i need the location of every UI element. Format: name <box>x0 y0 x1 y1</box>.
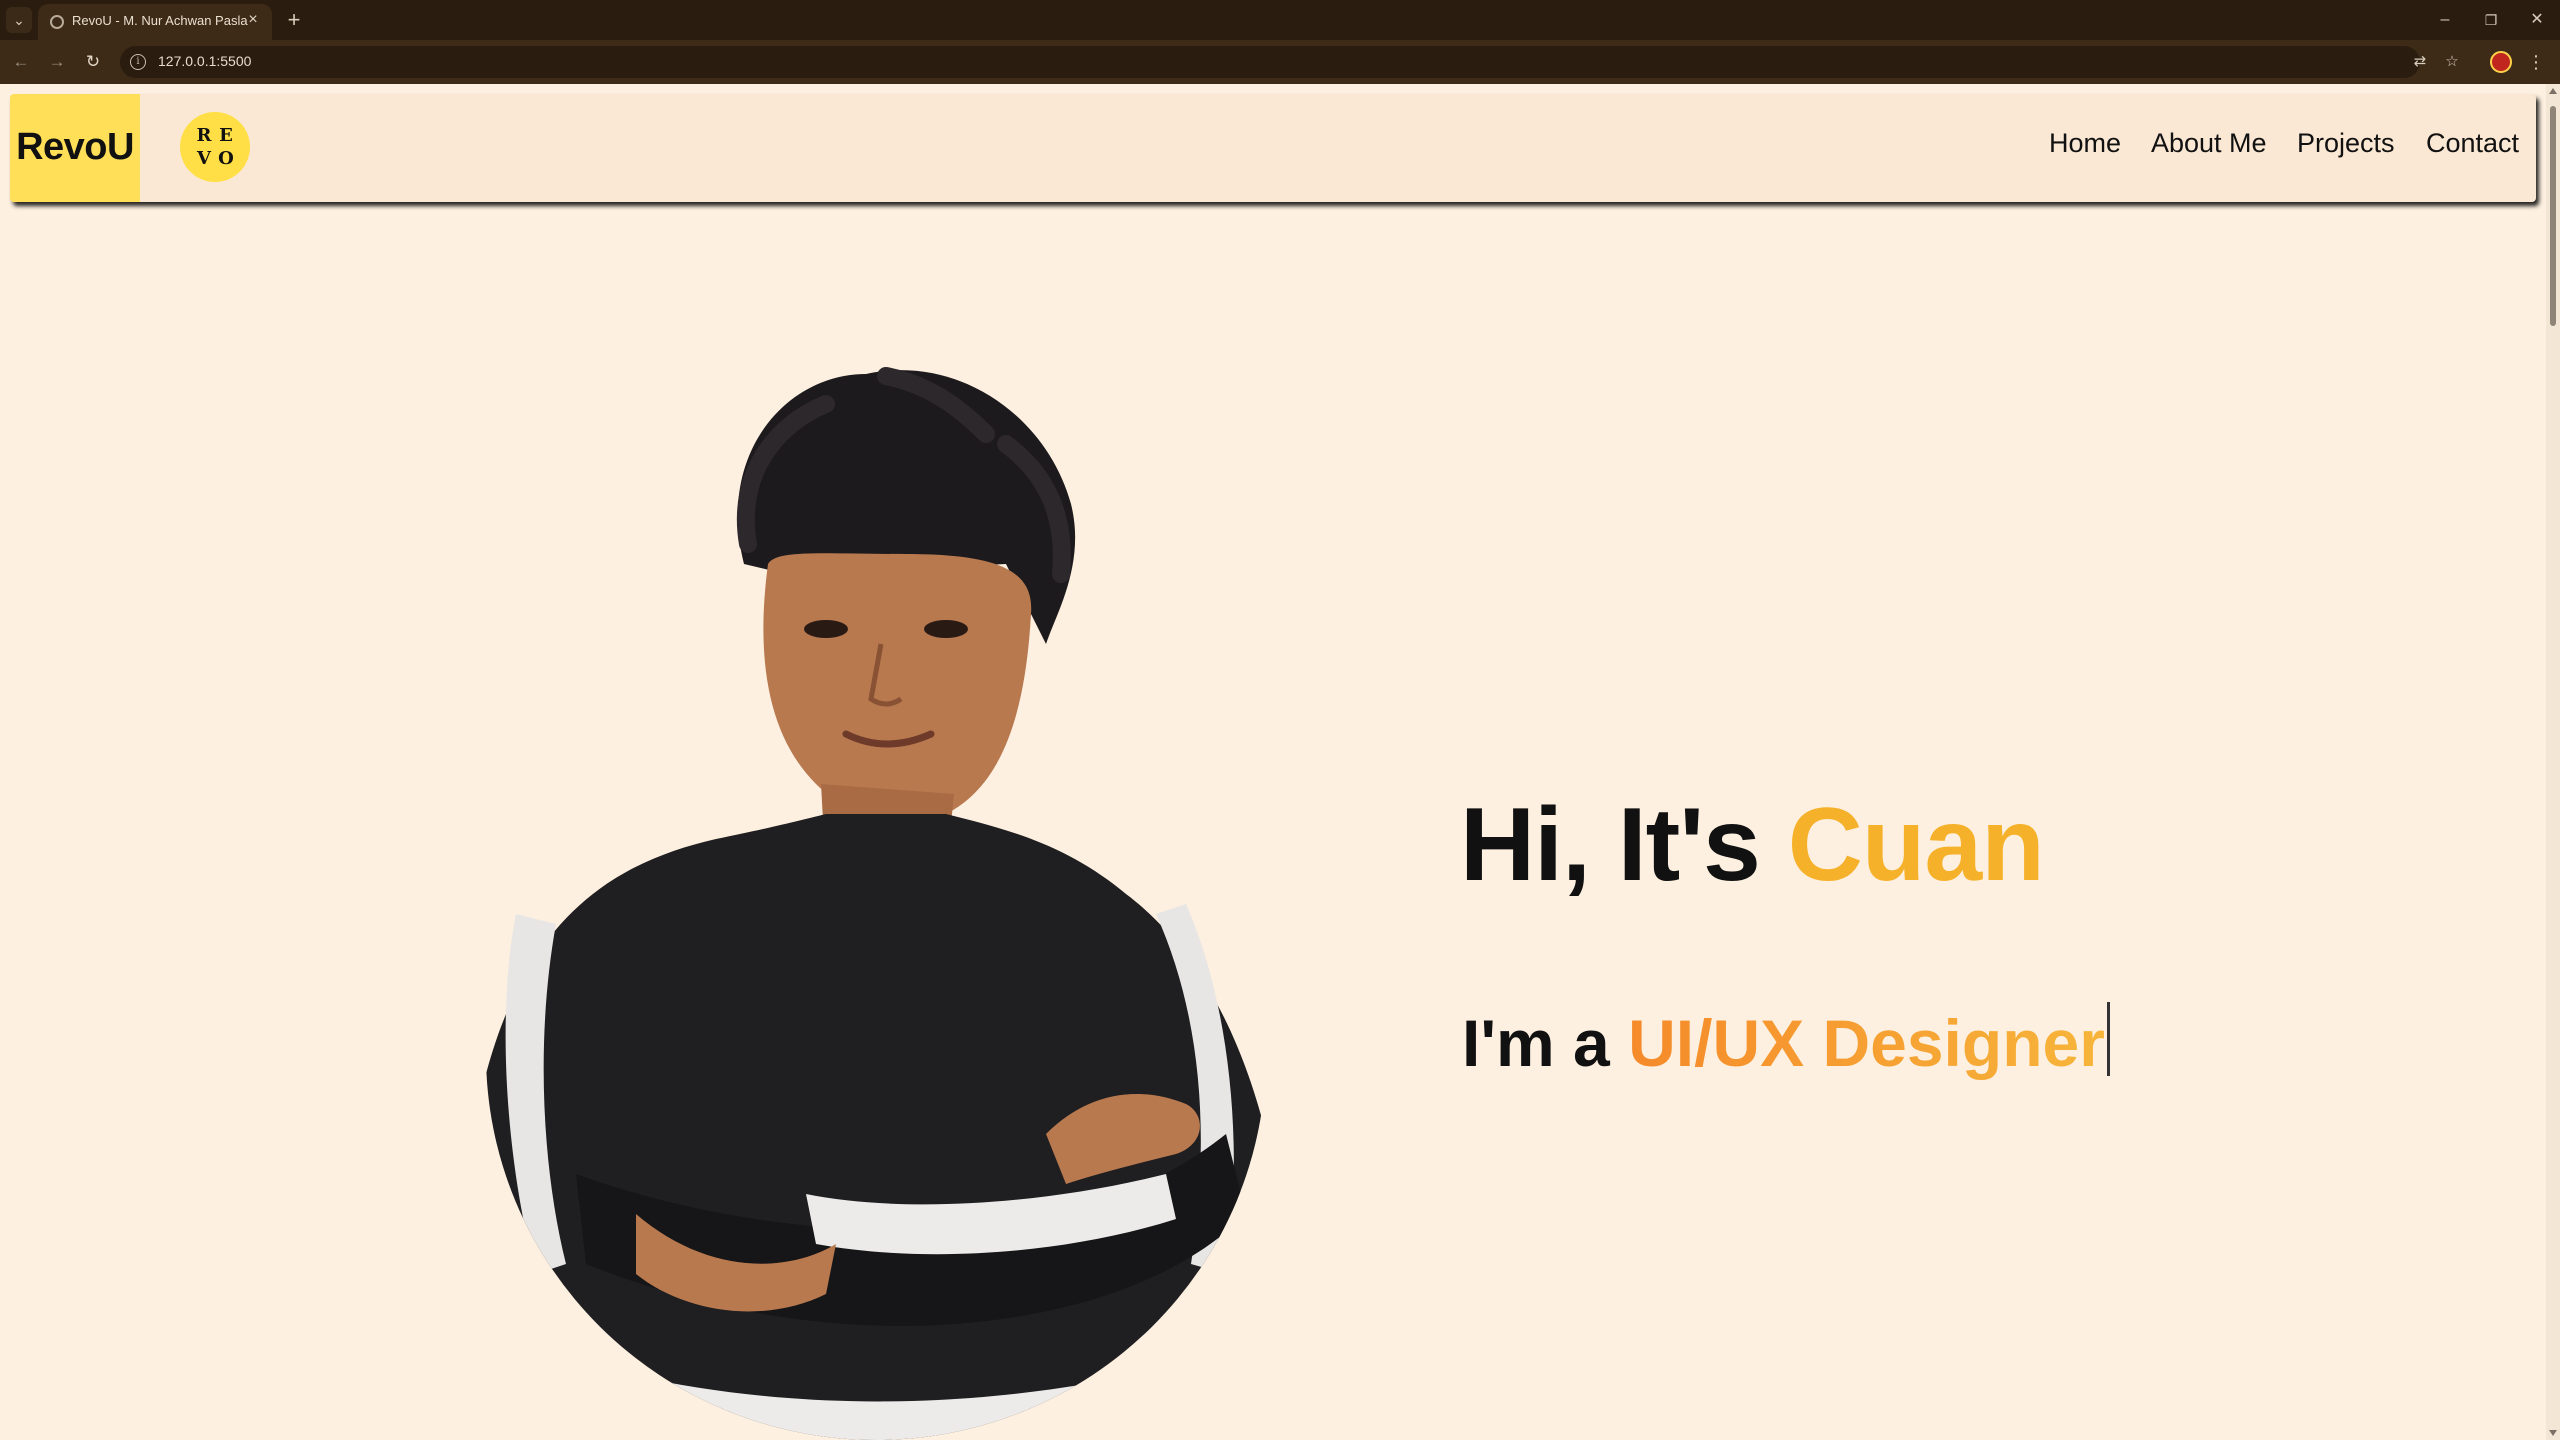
page-scrollbar[interactable] <box>2546 84 2560 1440</box>
browser-titlebar: ⌄ RevoU - M. Nur Achwan Pasla × + – ❐ ✕ <box>0 0 2560 40</box>
site-navbar: RevoU R E V O Home About Me Projects Con… <box>10 94 2536 202</box>
tab-title: RevoU - M. Nur Achwan Pasla <box>72 13 248 28</box>
minimize-button[interactable]: – <box>2430 6 2460 34</box>
logo-letter: O <box>218 148 234 169</box>
typing-caret <box>2106 1002 2110 1076</box>
hero-role-typed: UI/UX Designer <box>1628 1006 2105 1080</box>
info-icon[interactable]: i <box>130 54 146 70</box>
scroll-thumb[interactable] <box>2550 106 2556 326</box>
plus-icon: + <box>287 7 301 32</box>
hero-intro: I'm a <box>1462 1006 1629 1080</box>
tab-search-button[interactable]: ⌄ <box>6 7 32 33</box>
browser-tab[interactable]: RevoU - M. Nur Achwan Pasla × <box>38 4 272 40</box>
revou-logo-icon: R E V O <box>180 112 250 182</box>
logo-letter: E <box>219 125 233 146</box>
more-menu-icon[interactable]: ⋮ <box>2526 49 2546 75</box>
hero-portrait <box>486 367 1266 1440</box>
hero-subtitle: I'm a UI/UX Designer <box>1462 1002 2110 1081</box>
nav-link-contact[interactable]: Contact <box>2426 128 2519 159</box>
chevron-down-icon: ⌄ <box>13 12 25 28</box>
new-tab-button[interactable]: + <box>280 6 308 34</box>
brand-name: RevoU <box>16 126 134 168</box>
hero-greeting: Hi, It's <box>1460 787 1788 903</box>
hero-title: Hi, It's Cuan <box>1460 786 2045 905</box>
arrow-right-icon: → <box>48 52 66 71</box>
scroll-up-arrow-icon[interactable] <box>2549 88 2557 94</box>
back-button[interactable]: ← <box>8 49 34 75</box>
bookmark-star-icon[interactable]: ☆ <box>2440 50 2464 74</box>
close-window-button[interactable]: ✕ <box>2522 6 2552 34</box>
logo-letter: R <box>196 125 212 146</box>
logo-letter: V <box>197 148 211 169</box>
portrait-face <box>763 553 1032 824</box>
url-text[interactable]: 127.0.0.1:5500 <box>158 53 251 69</box>
arrow-left-icon: ← <box>12 52 30 71</box>
reload-button[interactable]: ↻ <box>80 49 106 75</box>
globe-icon <box>50 15 64 29</box>
address-bar[interactable]: i 127.0.0.1:5500 ⇄ ☆ <box>120 46 2459 78</box>
restore-button[interactable]: ❐ <box>2476 6 2506 34</box>
profile-avatar[interactable] <box>2490 51 2512 73</box>
nav-link-projects[interactable]: Projects <box>2297 128 2395 159</box>
close-tab-icon[interactable]: × <box>244 11 262 29</box>
page-viewport: RevoU R E V O Home About Me Projects Con… <box>0 84 2546 1440</box>
hero-name: Cuan <box>1787 787 2045 903</box>
nav-link-home[interactable]: Home <box>2049 128 2121 159</box>
nav-link-about-me[interactable]: About Me <box>2151 128 2267 159</box>
browser-toolbar: ← → ↻ i 127.0.0.1:5500 ⇄ ☆ ⋮ <box>0 40 2560 84</box>
scroll-down-arrow-icon[interactable] <box>2549 1430 2557 1436</box>
forward-button[interactable]: → <box>44 49 70 75</box>
translate-icon[interactable]: ⇄ <box>2408 50 2432 74</box>
brand-block[interactable]: RevoU <box>10 94 140 202</box>
reload-icon: ↻ <box>85 52 101 71</box>
